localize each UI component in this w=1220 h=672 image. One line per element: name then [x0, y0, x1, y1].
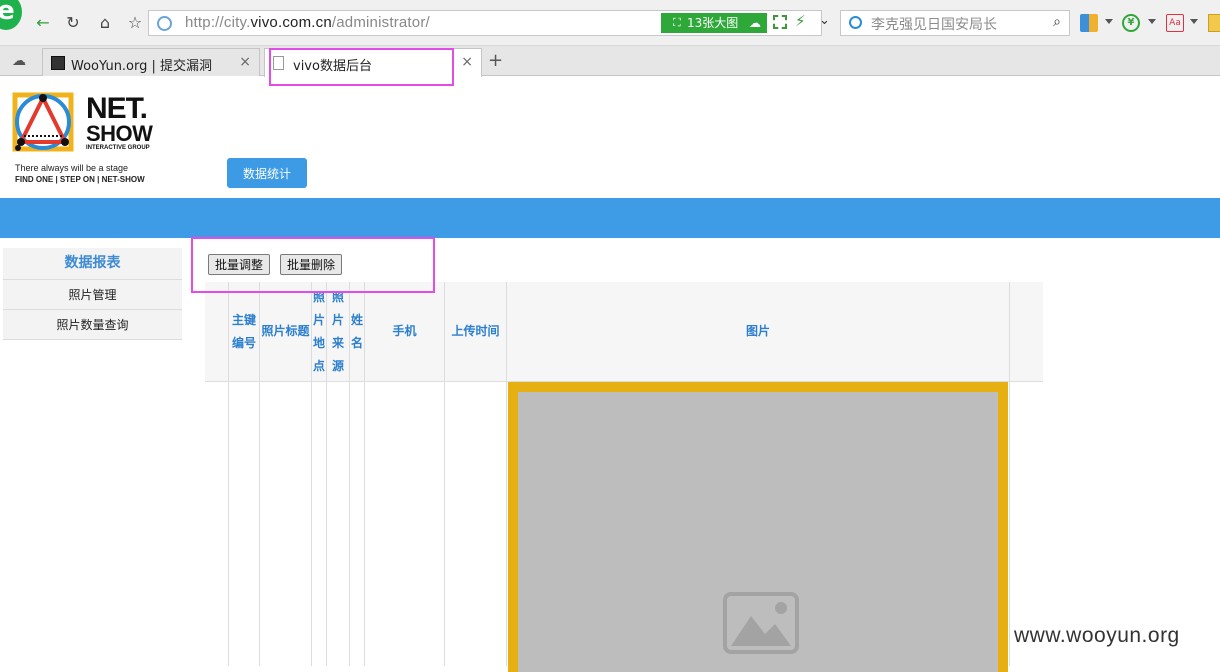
address-bar[interactable]: http://city.vivo.com.cn/administrator/ ⛶… [148, 10, 830, 36]
cell-divider [229, 381, 260, 666]
cell-divider [312, 381, 327, 666]
apps-chevron-down-icon[interactable] [1105, 19, 1113, 24]
column-header-title: 照片标题 [260, 282, 312, 381]
new-tab-icon[interactable]: + [488, 50, 503, 71]
nav-band [0, 198, 1220, 238]
bookmark-star-icon[interactable]: ☆ [124, 12, 146, 34]
apps-grid-icon[interactable] [1080, 14, 1098, 32]
tab-strip: ☁ WooYun.org | 提交漏洞 × vivo数据后台 × + [0, 46, 1220, 77]
column-header-name: 姓名 [350, 282, 365, 381]
cell-divider [445, 381, 507, 666]
brand-tagline: There always will be a stage [15, 163, 129, 173]
translate-chevron-down-icon[interactable] [1190, 19, 1198, 24]
brand-subtitle: INTERACTIVE GROUP [86, 145, 150, 151]
shield-chevron-down-icon[interactable] [1148, 19, 1156, 24]
tab-wooyun[interactable]: WooYun.org | 提交漏洞 × [42, 48, 260, 76]
buttons-highlight-box [191, 237, 435, 293]
photo-thumbnail[interactable] [508, 382, 1008, 672]
sidebar: 数据报表 照片管理 照片数量查询 [3, 248, 182, 340]
home-icon[interactable]: ⌂ [94, 12, 116, 34]
security-shield-icon[interactable]: ¥ [1122, 14, 1140, 32]
cell-divider [365, 381, 445, 666]
cloud-icon: ☁ [749, 16, 761, 30]
sidebar-heading-reports[interactable]: 数据报表 [3, 248, 182, 280]
search-engine-icon[interactable] [849, 16, 862, 29]
back-icon[interactable]: ← [32, 12, 54, 34]
tab-title: WooYun.org | 提交漏洞 [71, 59, 213, 74]
reload-icon[interactable]: ↻ [62, 12, 84, 34]
cell-divider [205, 381, 229, 666]
brand-name-2: SHOW [86, 121, 153, 146]
url-text[interactable]: http://city.vivo.com.cn/administrator/ [185, 14, 430, 31]
select-column-header [205, 282, 229, 381]
cell-divider [350, 381, 365, 666]
column-header-source: 照片来源 [327, 282, 350, 381]
image-count-badge[interactable]: ⛶ 13张大图 ☁ [661, 13, 767, 33]
column-header-id: 主键编号 [229, 282, 260, 381]
chevron-down-icon[interactable]: ⌄ [819, 13, 830, 28]
close-icon[interactable]: × [461, 54, 473, 70]
screenshot-icon: ⛶ [673, 16, 681, 29]
translate-icon[interactable]: Aa [1166, 14, 1184, 32]
wooyun-favicon-icon [51, 56, 65, 70]
column-header-image: 图片 [507, 282, 1010, 381]
actions-column-header [1010, 282, 1043, 381]
lightning-icon[interactable]: ⚡ [795, 12, 806, 30]
sidebar-item-photo-count-query[interactable]: 照片数量查询 [3, 310, 182, 340]
data-statistics-button[interactable]: 数据统计 [227, 158, 307, 188]
column-header-location: 照片地点 [312, 282, 327, 381]
brand-logo: NET. SHOW INTERACTIVE GROUP There always… [12, 92, 172, 184]
column-header-upload-time: 上传时间 [445, 282, 507, 381]
tab-highlight-box [269, 48, 454, 86]
cloud-sync-icon[interactable]: ☁ [12, 53, 26, 69]
triangle-logo-icon [12, 92, 74, 152]
cell-divider [327, 381, 350, 666]
image-placeholder-icon [723, 592, 799, 654]
column-header-phone: 手机 [365, 282, 445, 381]
close-icon[interactable]: × [239, 54, 251, 70]
search-box[interactable]: 李克强见日国安局长 ⌕ [840, 10, 1070, 36]
photo-placeholder [518, 392, 998, 672]
search-input[interactable]: 李克强见日国安局长 [871, 14, 997, 34]
sidebar-item-photo-management[interactable]: 照片管理 [3, 280, 182, 310]
qr-code-icon[interactable] [773, 15, 787, 29]
site-info-icon[interactable] [157, 16, 172, 31]
cell-divider [260, 381, 312, 666]
browser-logo-icon[interactable]: e [0, 0, 22, 30]
watermark: www.wooyun.org [1014, 624, 1180, 647]
search-icon[interactable]: ⌕ [1053, 14, 1061, 30]
extension-icon[interactable] [1208, 14, 1220, 32]
brand-slogan: FIND ONE | STEP ON | NET-SHOW [15, 175, 145, 184]
browser-toolbar: e ← ↻ ⌂ ☆ http://city.vivo.com.cn/admini… [0, 0, 1220, 46]
